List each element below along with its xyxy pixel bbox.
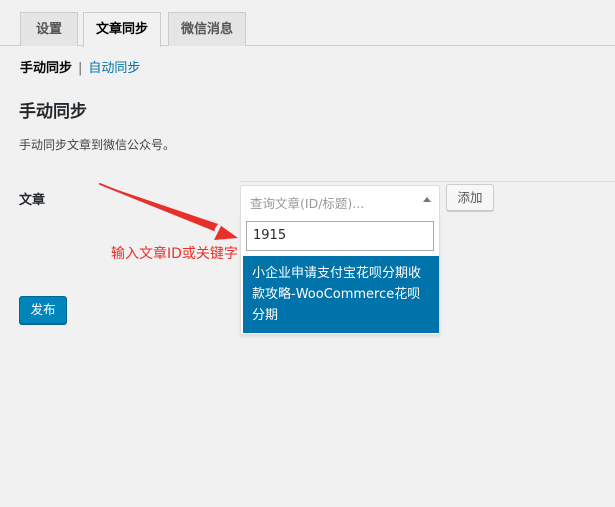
annotation-text: 输入文章ID或关键字 [111,246,238,262]
annotation-arrow-icon [99,183,238,240]
settings-page: 设置 文章同步 微信消息 手动同步 | 自动同步 手动同步 手动同步文章到微信公众号… [0,0,615,507]
